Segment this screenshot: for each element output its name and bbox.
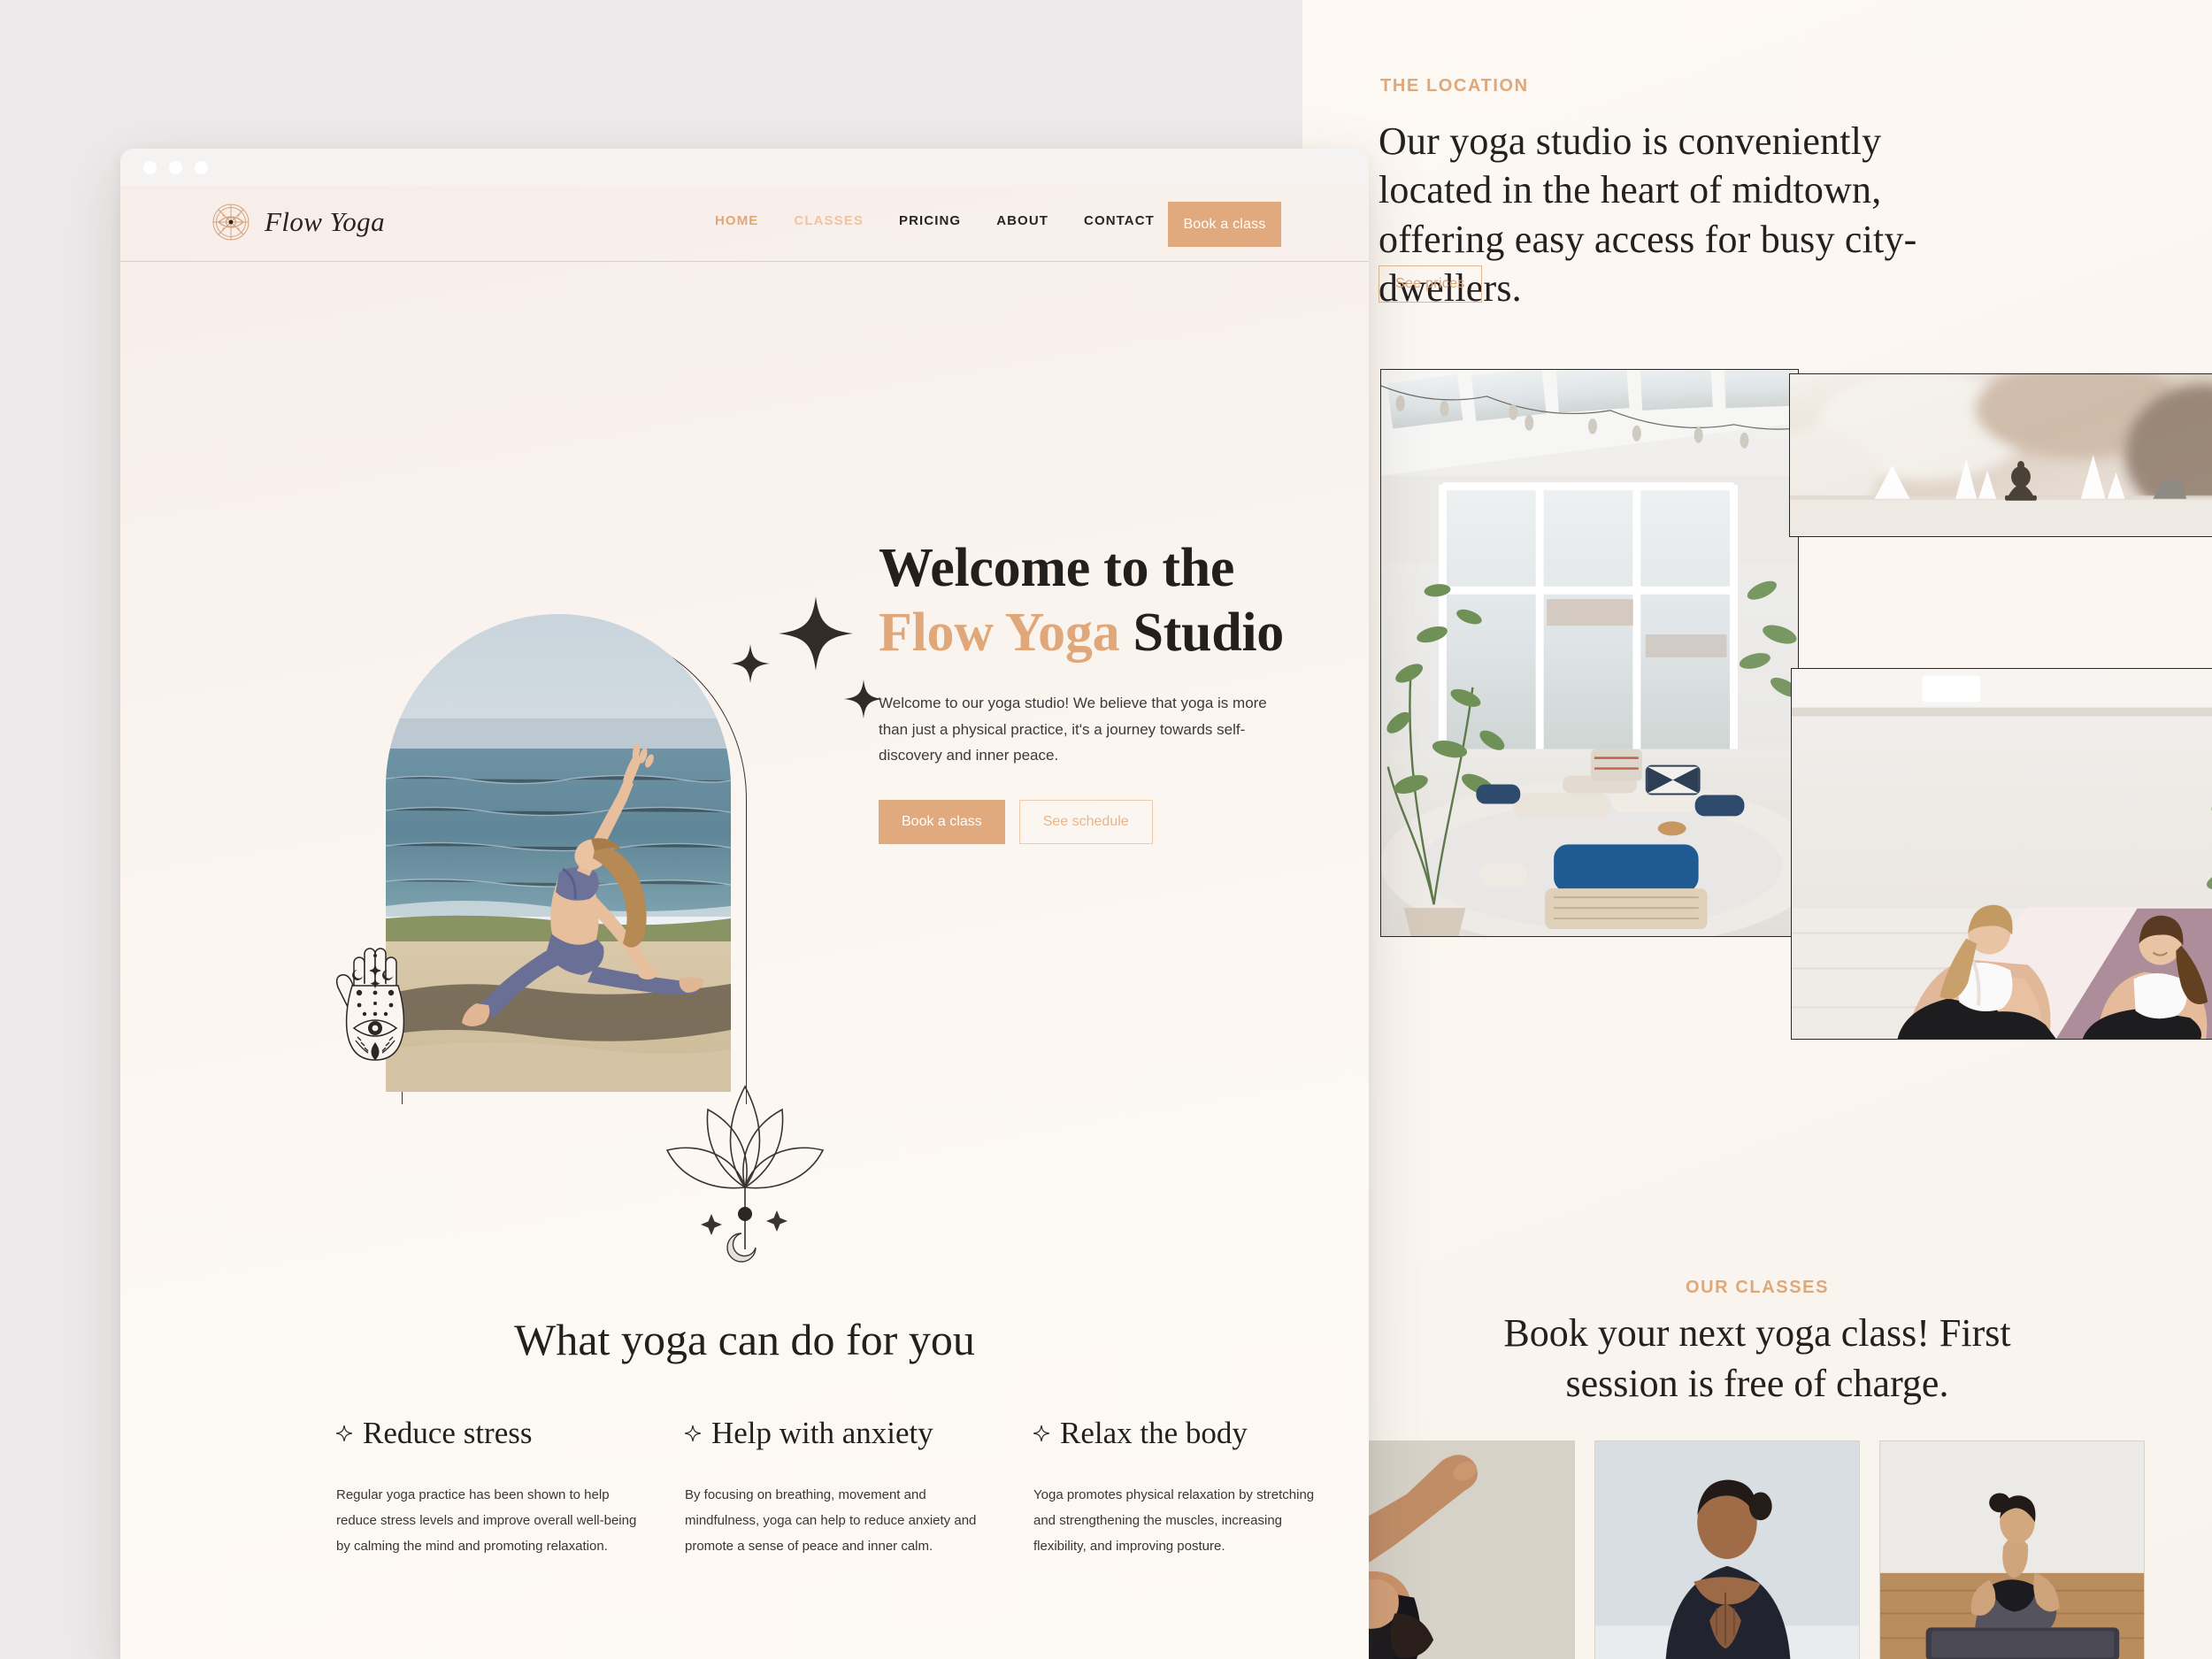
benefit-card-reduce-stress: Reduce stress Regular yoga practice has … (336, 1416, 685, 1559)
hero-buttons: Book a class See schedule (879, 800, 1339, 845)
location-gallery (1302, 363, 2212, 1141)
hero-paragraph: Welcome to our yoga studio! We believe t… (879, 695, 1267, 764)
nav-item-pricing[interactable]: PRICING (899, 213, 961, 228)
benefit-title: Relax the body (1060, 1416, 1248, 1450)
hero-see-schedule-button[interactable]: See schedule (1018, 800, 1153, 845)
background-page: THE LOCATION Our yoga studio is convenie… (1302, 0, 2212, 1659)
sparkles-icon (731, 580, 890, 722)
benefit-title: Reduce stress (363, 1416, 533, 1450)
see-prices-button[interactable]: See prices (1379, 265, 1482, 303)
gallery-image-two-women-on-mats[interactable] (1791, 668, 2212, 1040)
mandala-eye-icon (211, 203, 250, 242)
nav-links: HOME CLASSES PRICING ABOUT CONTACT (715, 213, 1155, 228)
benefit-card-help-with-anxiety: Help with anxiety By focusing on breathi… (685, 1416, 1033, 1559)
hero-heading-line1: Welcome to the (879, 538, 1235, 598)
class-image-prayer-pose[interactable] (1594, 1440, 1860, 1659)
screenshot-stage: THE LOCATION Our yoga studio is convenie… (0, 0, 2212, 1659)
four-point-star-icon (1033, 1425, 1049, 1441)
nav-book-a-class-button[interactable]: Book a class (1168, 202, 1281, 247)
nav-item-classes[interactable]: CLASSES (794, 213, 864, 228)
classes-image-row (1302, 1440, 2212, 1659)
four-point-star-icon (685, 1425, 701, 1441)
hero-copy: Welcome to the Flow Yoga Studio Welcome … (879, 536, 1339, 845)
location-eyebrow: THE LOCATION (1380, 76, 1529, 96)
classes-eyebrow: OUR CLASSES (1685, 1278, 1830, 1297)
hero-heading-accent: Flow Yoga (879, 603, 1120, 664)
benefit-title-row: Help with anxiety (685, 1416, 986, 1451)
benefit-title: Help with anxiety (711, 1416, 933, 1450)
gallery-image-studio-interior[interactable] (1380, 369, 1799, 937)
website-viewport: Flow Yoga HOME CLASSES PRICING ABOUT CON… (120, 186, 1369, 1659)
nav-item-about[interactable]: ABOUT (996, 213, 1048, 228)
classes-heading: Book your next yoga class! First session… (1503, 1311, 2011, 1406)
benefits-section-title: What yoga can do for you (514, 1315, 975, 1364)
brand-name: Flow Yoga (265, 206, 385, 237)
hero-image-beach-yoga (386, 614, 731, 1092)
benefit-title-row: Reduce stress (336, 1416, 637, 1451)
hamsa-hand-icon (327, 927, 423, 1069)
maximize-icon[interactable] (195, 160, 208, 174)
gallery-image-crystals-buddha[interactable] (1789, 373, 2212, 537)
site-navbar: Flow Yoga HOME CLASSES PRICING ABOUT CON… (120, 186, 1369, 262)
browser-window: Flow Yoga HOME CLASSES PRICING ABOUT CON… (120, 149, 1369, 1659)
benefit-body: By focusing on breathing, movement and m… (685, 1487, 977, 1554)
browser-titlebar (120, 149, 1369, 186)
nav-item-contact[interactable]: CONTACT (1084, 213, 1155, 228)
four-point-star-icon (336, 1425, 352, 1441)
class-image-lotus-pose[interactable] (1879, 1440, 2145, 1659)
benefits-columns: Reduce stress Regular yoga practice has … (336, 1416, 1369, 1559)
brand[interactable]: Flow Yoga (211, 203, 385, 242)
benefit-title-row: Relax the body (1033, 1416, 1334, 1451)
nav-item-home[interactable]: HOME (715, 213, 758, 228)
hero-book-a-class-button[interactable]: Book a class (879, 800, 1005, 845)
benefit-body: Yoga promotes physical relaxation by str… (1033, 1487, 1315, 1554)
hero-heading-tail: Studio (1133, 603, 1285, 664)
hero-section: Welcome to the Flow Yoga Studio Welcome … (120, 262, 1369, 1104)
benefit-card-relax-the-body: Relax the body Yoga promotes physical re… (1033, 1416, 1369, 1559)
minimize-icon[interactable] (169, 160, 182, 174)
close-icon[interactable] (143, 160, 157, 174)
hero-heading: Welcome to the Flow Yoga Studio (879, 536, 1339, 665)
benefit-body: Regular yoga practice has been shown to … (336, 1487, 637, 1554)
